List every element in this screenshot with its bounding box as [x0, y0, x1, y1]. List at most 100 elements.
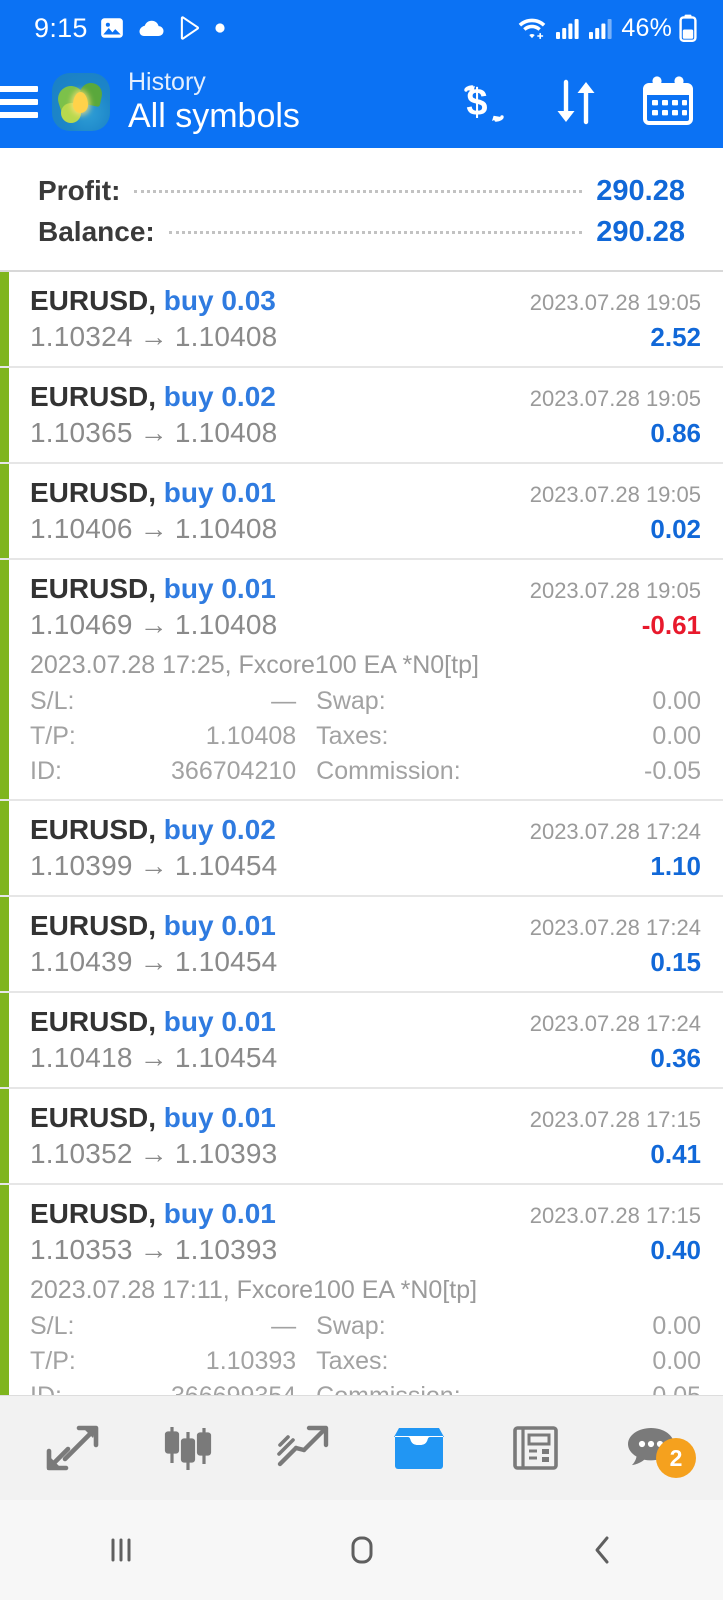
deal-row-top: EURUSD, buy 0.02 2023.07.28 19:05 — [30, 381, 701, 413]
commission-label: Commission: — [316, 757, 461, 785]
deal-symbol: EURUSD, buy 0.01 — [30, 1198, 276, 1229]
deal-detail-header: 2023.07.28 17:11, Fxcore100 EA *N0[tp] — [30, 1276, 478, 1304]
deal-profit: -0.61 — [641, 610, 701, 640]
nav-history[interactable] — [371, 1408, 467, 1488]
deal-open-price: 1.10365 — [30, 417, 133, 448]
deal-row-bottom: 1.10352 → 1.10393 0.41 — [30, 1138, 701, 1170]
nav-trade[interactable] — [256, 1408, 352, 1488]
sl-label: S/L: — [30, 1312, 75, 1340]
tp-label: T/P: — [30, 1347, 76, 1375]
deal-symbol: EURUSD, buy 0.01 — [30, 1102, 276, 1133]
arrow-right-icon: → — [139, 850, 168, 881]
nav-news[interactable] — [487, 1408, 583, 1488]
cloud-icon — [139, 20, 164, 36]
deal-row[interactable]: EURUSD, buy 0.01 2023.07.28 17:24 1.10418 →… — [0, 993, 723, 1089]
account-summary: Profit: 290.28 Balance: 290.28 — [0, 148, 723, 272]
deal-row[interactable]: EURUSD, buy 0.01 2023.07.28 19:05 1.10469 →… — [0, 560, 723, 801]
deal-close-price: 1.10454 — [174, 946, 278, 977]
app-screen: 9:15 46% History All symbols $ Profit: 2… — [0, 0, 723, 1600]
deal-open-price: 1.10352 — [30, 1138, 133, 1169]
deal-open-price: 1.10324 — [30, 321, 133, 352]
dot-icon — [215, 23, 225, 33]
deal-open-price: 1.10399 — [30, 850, 133, 881]
taxes-label: Taxes: — [316, 722, 389, 750]
deal-row-bottom: 1.10439 → 1.10454 0.15 — [30, 946, 701, 978]
avatar[interactable] — [52, 73, 110, 131]
taxes-value: 0.00 — [652, 722, 701, 750]
deal-prices: 1.10352 → 1.10393 — [30, 1138, 277, 1170]
deal-row[interactable]: EURUSD, buy 0.01 2023.07.28 17:15 1.10352 →… — [0, 1089, 723, 1185]
back-icon[interactable] — [533, 1515, 673, 1585]
taxes-label: Taxes: — [316, 1347, 389, 1375]
deal-time: 2023.07.28 19:05 — [529, 482, 701, 507]
summary-label: Balance: — [38, 216, 155, 247]
deal-row-top: EURUSD, buy 0.01 2023.07.28 17:24 — [30, 1006, 701, 1038]
calendar-icon[interactable] — [641, 74, 695, 130]
deal-side-volume: buy 0.01 — [156, 910, 276, 941]
deal-row[interactable]: EURUSD, buy 0.01 2023.07.28 19:05 1.10406 →… — [0, 464, 723, 560]
commission-value: -0.05 — [461, 1382, 701, 1395]
deal-row-bottom: 1.10406 → 1.10408 0.02 — [30, 513, 701, 545]
deal-prices: 1.10399 → 1.10454 — [30, 850, 277, 882]
deal-row[interactable]: EURUSD, buy 0.02 2023.07.28 17:24 1.10399 →… — [0, 801, 723, 897]
deal-profit: 0.86 — [650, 418, 701, 448]
deal-row-bottom: 1.10365 → 1.10408 0.86 — [30, 417, 701, 449]
deal-profit: 0.41 — [650, 1139, 701, 1169]
dotted-leader — [168, 231, 583, 234]
arrow-right-icon: → — [139, 513, 168, 544]
deal-prices: 1.10418 → 1.10454 — [30, 1042, 277, 1074]
summary-row-profit: Profit: 290.28 — [38, 175, 685, 208]
arrow-right-icon: → — [139, 321, 168, 352]
battery-percent-label: 46% — [621, 13, 672, 42]
deal-row[interactable]: EURUSD, buy 0.01 2023.07.28 17:24 1.10439 →… — [0, 897, 723, 993]
wifi-icon — [519, 18, 546, 39]
deal-open-price: 1.10439 — [30, 946, 133, 977]
deal-side-volume: buy 0.02 — [156, 381, 276, 412]
sort-arrows-icon[interactable] — [551, 74, 601, 130]
hamburger-menu-icon[interactable] — [0, 86, 40, 118]
commission-value: -0.05 — [644, 757, 701, 785]
deal-profit: 2.52 — [650, 322, 701, 352]
status-bar-clock: 9:15 — [34, 12, 88, 43]
deal-row-top: EURUSD, buy 0.01 2023.07.28 19:05 — [30, 573, 701, 605]
deal-row-top: EURUSD, buy 0.01 2023.07.28 17:15 — [30, 1102, 701, 1134]
currency-exchange-icon[interactable]: $ — [457, 74, 511, 130]
deal-symbol: EURUSD, buy 0.01 — [30, 1006, 276, 1037]
header-titles: History All symbols — [128, 68, 457, 136]
page-title: All symbols — [128, 96, 300, 135]
deal-row[interactable]: EURUSD, buy 0.01 2023.07.28 17:15 1.10353 →… — [0, 1185, 723, 1395]
recents-icon[interactable] — [51, 1515, 191, 1585]
deal-detail-grid: S/L: — Swap: 0.00 T/P: 1.10393 Taxes: 0.00 ID:36… — [30, 1312, 701, 1395]
nav-charts[interactable] — [140, 1408, 236, 1488]
deal-symbol: EURUSD, buy 0.01 — [30, 477, 276, 508]
play-store-icon — [180, 16, 199, 40]
header-actions: $ — [457, 74, 701, 130]
deal-prices: 1.10324 → 1.10408 — [30, 321, 277, 353]
nav-quotes[interactable] — [24, 1408, 120, 1488]
sl-label: S/L: — [30, 687, 75, 715]
summary-value: 290.28 — [596, 216, 685, 248]
status-bar-right: 46% — [516, 14, 697, 43]
deal-prices: 1.10365 → 1.10408 — [30, 417, 277, 449]
deal-row[interactable]: EURUSD, buy 0.02 2023.07.28 19:05 1.10365 →… — [0, 368, 723, 464]
deal-side-volume: buy 0.01 — [156, 1006, 276, 1037]
deal-row-bottom: 1.10353 → 1.10393 0.40 — [30, 1234, 701, 1266]
quotes-icon — [46, 1425, 99, 1471]
nav-messages[interactable]: 2 — [603, 1408, 699, 1488]
deal-close-price: 1.10408 — [174, 417, 278, 448]
deal-symbol: EURUSD, buy 0.03 — [30, 285, 276, 316]
history-deal-list[interactable]: EURUSD, buy 0.03 2023.07.28 19:05 1.10324 →… — [0, 272, 723, 1395]
home-icon[interactable] — [292, 1515, 432, 1585]
deal-time: 2023.07.28 19:05 — [529, 578, 701, 603]
commission-label: Commission: — [316, 1382, 460, 1395]
status-bar-left: 9:15 — [34, 13, 226, 44]
gallery-icon — [100, 18, 123, 38]
deal-side-volume: buy 0.01 — [156, 1102, 276, 1133]
arrow-right-icon: → — [139, 417, 168, 448]
arrow-right-icon: → — [139, 609, 168, 640]
tp-label: T/P: — [30, 722, 76, 750]
deal-row[interactable]: EURUSD, buy 0.03 2023.07.28 19:05 1.10324 →… — [0, 272, 723, 368]
id-label: ID: — [30, 1382, 76, 1395]
deal-symbol: EURUSD, buy 0.01 — [30, 573, 276, 604]
deal-row-top: EURUSD, buy 0.02 2023.07.28 17:24 — [30, 814, 701, 846]
